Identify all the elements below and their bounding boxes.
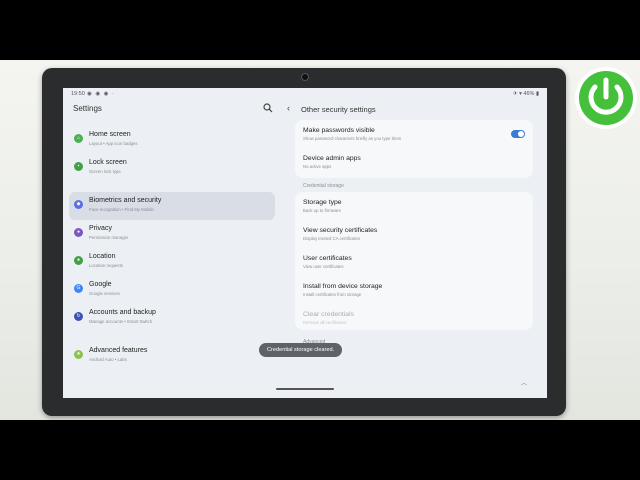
sync-icon: ↻ xyxy=(74,312,83,321)
shield-icon: ◆ xyxy=(74,200,83,209)
notification-icons: ◉ ◉ ◉ · xyxy=(87,91,115,97)
menu-item-location[interactable]: ● Location Location requests xyxy=(69,248,275,276)
settings-card-general: Make passwords visible Show password cha… xyxy=(295,120,533,178)
menu-item-title: Location xyxy=(89,253,116,260)
menu-item-title: Google xyxy=(89,281,112,288)
menu-item-subtitle: Screen lock type xyxy=(89,169,121,174)
row-make-passwords-visible[interactable]: Make passwords visible Show password cha… xyxy=(303,127,401,141)
menu-item-accounts-backup[interactable]: ↻ Accounts and backup Manage accounts • … xyxy=(69,304,275,332)
menu-item-lock-screen[interactable]: ▪ Lock screen Screen lock type xyxy=(69,154,275,182)
menu-item-subtitle: Permission manager xyxy=(89,235,129,240)
status-time: 19:50 xyxy=(71,91,85,97)
tablet-screen: 19:50 ◉ ◉ ◉ · ✈ ▾ 46% ▮ Settings ⌂ Home … xyxy=(63,88,547,398)
row-device-admin-apps[interactable]: Device admin apps No active apps xyxy=(303,155,361,169)
privacy-icon: ● xyxy=(74,228,83,237)
row-title: Clear credentials xyxy=(303,311,354,318)
menu-item-title: Advanced features xyxy=(89,347,148,354)
settings-title: Settings xyxy=(73,104,102,113)
video-frame: 19:50 ◉ ◉ ◉ · ✈ ▾ 46% ▮ Settings ⌂ Home … xyxy=(0,60,640,420)
page-title: Other security settings xyxy=(301,105,376,114)
front-camera xyxy=(301,73,309,81)
passwords-visible-toggle[interactable] xyxy=(511,130,525,138)
row-title: User certificates xyxy=(303,255,352,262)
search-icon[interactable] xyxy=(263,103,273,113)
row-subtitle: No active apps xyxy=(303,164,332,169)
row-title: Make passwords visible xyxy=(303,127,375,134)
menu-item-subtitle: Manage accounts • Smart Switch xyxy=(89,319,153,324)
tablet-device: 19:50 ◉ ◉ ◉ · ✈ ▾ 46% ▮ Settings ⌂ Home … xyxy=(42,68,566,416)
menu-item-title: Accounts and backup xyxy=(89,309,156,316)
menu-item-subtitle: Location requests xyxy=(89,263,123,268)
row-user-certificates[interactable]: User certificates View user certificates xyxy=(303,255,352,269)
row-storage-type[interactable]: Storage type Back up to firmware xyxy=(303,199,342,213)
settings-menu: ⌂ Home screen Layout • App icon badges ▪… xyxy=(69,126,275,370)
gesture-nav-bar[interactable] xyxy=(276,388,334,390)
menu-item-subtitle: Face recognition • Find My Mobile xyxy=(89,207,154,212)
menu-item-google[interactable]: G Google Google services xyxy=(69,276,275,304)
google-icon: G xyxy=(74,284,83,293)
power-logo-icon xyxy=(575,67,637,129)
menu-item-title: Biometrics and security xyxy=(89,197,162,204)
menu-item-subtitle: Google services xyxy=(89,291,120,296)
menu-item-advanced-features[interactable]: ★ Advanced features Android Auto • Labs xyxy=(69,342,275,370)
chevron-up-icon: ︿ xyxy=(520,381,527,387)
row-subtitle: Display trusted CA certificates xyxy=(303,236,361,241)
menu-item-privacy[interactable]: ● Privacy Permission manager xyxy=(69,220,275,248)
row-subtitle: Install certificates from storage xyxy=(303,292,362,297)
status-bar: 19:50 ◉ ◉ ◉ · ✈ ▾ 46% ▮ xyxy=(63,88,547,100)
row-subtitle: Remove all certificates xyxy=(303,320,347,325)
star-icon: ★ xyxy=(74,350,83,359)
menu-item-home-screen[interactable]: ⌂ Home screen Layout • App icon badges xyxy=(69,126,275,154)
row-install-from-device-storage[interactable]: Install from device storage Install cert… xyxy=(303,283,382,297)
menu-item-title: Lock screen xyxy=(89,159,127,166)
system-indicators: ✈ ▾ 46% ▮ xyxy=(513,91,539,97)
row-title: View security certificates xyxy=(303,227,378,234)
row-title: Storage type xyxy=(303,199,342,206)
toast-message: Credential storage cleared. xyxy=(259,343,343,357)
back-arrow-icon[interactable]: ‹ xyxy=(287,104,290,113)
row-subtitle: Show password characters briefly as you … xyxy=(303,136,402,141)
row-title: Install from device storage xyxy=(303,283,383,290)
row-subtitle: Back up to firmware xyxy=(303,208,341,213)
home-icon: ⌂ xyxy=(74,134,83,143)
row-view-security-certificates[interactable]: View security certificates Display trust… xyxy=(303,227,377,241)
menu-item-subtitle: Layout • App icon badges xyxy=(89,141,138,146)
menu-item-biometrics-security[interactable]: ◆ Biometrics and security Face recogniti… xyxy=(69,192,275,220)
location-icon: ● xyxy=(74,256,83,265)
menu-item-title: Privacy xyxy=(89,225,112,232)
lock-icon: ▪ xyxy=(74,162,83,171)
row-title: Device admin apps xyxy=(303,155,361,162)
row-clear-credentials: Clear credentials Remove all certificate… xyxy=(303,311,354,325)
menu-item-title: Home screen xyxy=(89,131,131,138)
settings-card-credentials: Storage type Back up to firmware View se… xyxy=(295,192,533,330)
menu-item-subtitle: Android Auto • Labs xyxy=(89,357,127,362)
row-subtitle: View user certificates xyxy=(303,264,344,269)
section-credential-storage: Credential storage xyxy=(303,183,344,189)
